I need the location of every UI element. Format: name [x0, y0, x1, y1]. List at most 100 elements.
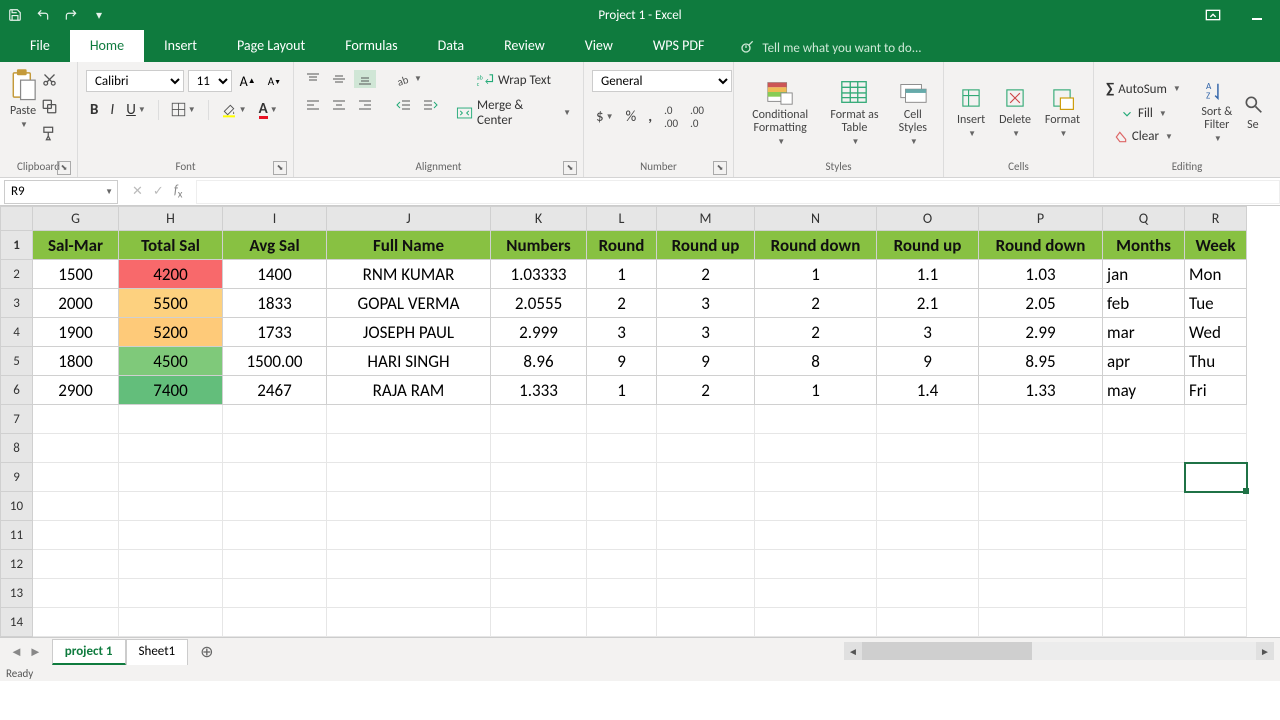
cell[interactable]: Mon	[1185, 260, 1247, 289]
save-icon[interactable]	[6, 6, 24, 24]
cell[interactable]: 1500.00	[223, 347, 327, 376]
cell[interactable]	[33, 463, 119, 492]
cell[interactable]: 1.1	[877, 260, 979, 289]
cell[interactable]: 8	[755, 347, 877, 376]
cell[interactable]: 2	[755, 289, 877, 318]
cell[interactable]	[1103, 550, 1185, 579]
cell[interactable]: 9	[877, 347, 979, 376]
cell[interactable]	[755, 434, 877, 463]
wrap-text-button[interactable]: abcWrap Text	[452, 70, 575, 90]
row-header[interactable]: 2	[1, 260, 33, 289]
cell[interactable]: 8.95	[979, 347, 1103, 376]
cell[interactable]	[223, 608, 327, 637]
horizontal-scrollbar[interactable]: ◄ ►	[844, 642, 1274, 660]
row-header[interactable]: 12	[1, 550, 33, 579]
cell[interactable]	[1185, 521, 1247, 550]
col-header[interactable]: N	[755, 207, 877, 231]
cell[interactable]	[491, 405, 587, 434]
cell[interactable]: Fri	[1185, 376, 1247, 405]
cell[interactable]: apr	[1103, 347, 1185, 376]
cell[interactable]: 1	[587, 376, 657, 405]
header-cell[interactable]: Total Sal	[119, 231, 223, 260]
cell[interactable]: 2.99	[979, 318, 1103, 347]
fill-color-icon[interactable]: ▼	[217, 100, 251, 120]
col-header[interactable]: I	[223, 207, 327, 231]
ribbon-options-icon[interactable]	[1200, 5, 1226, 25]
col-header[interactable]: R	[1185, 207, 1247, 231]
cut-icon[interactable]	[42, 72, 57, 91]
cell[interactable]	[657, 434, 755, 463]
cell[interactable]	[657, 521, 755, 550]
tab-data[interactable]: Data	[418, 29, 484, 62]
font-name-select[interactable]: Calibri	[86, 70, 184, 92]
cell[interactable]	[657, 492, 755, 521]
cell[interactable]: 2.05	[979, 289, 1103, 318]
cell[interactable]: 1.33	[979, 376, 1103, 405]
cell[interactable]	[755, 608, 877, 637]
cell[interactable]	[1103, 405, 1185, 434]
launcher-icon[interactable]: ⬊	[273, 161, 287, 175]
cell[interactable]: 2	[657, 260, 755, 289]
find-select-button[interactable]: Se	[1243, 92, 1263, 132]
row-header[interactable]: 1	[1, 231, 33, 260]
header-cell[interactable]: Round up	[657, 231, 755, 260]
cell[interactable]: Thu	[1185, 347, 1247, 376]
delete-button[interactable]: Delete▼	[999, 85, 1031, 139]
row-header[interactable]: 3	[1, 289, 33, 318]
row-header[interactable]: 13	[1, 579, 33, 608]
cell[interactable]	[33, 608, 119, 637]
cell[interactable]	[223, 579, 327, 608]
insert-button[interactable]: Insert▼	[957, 85, 985, 139]
cell[interactable]: GOPAL VERMA	[327, 289, 491, 318]
cell[interactable]: 1733	[223, 318, 327, 347]
cell[interactable]: 3	[657, 289, 755, 318]
increase-font-icon[interactable]: A▲	[236, 71, 260, 92]
cell[interactable]: 1.03	[979, 260, 1103, 289]
cell[interactable]	[119, 579, 223, 608]
percent-icon[interactable]: %	[622, 106, 641, 128]
cell[interactable]: 4500	[119, 347, 223, 376]
increase-decimal-icon[interactable]: .0.00	[660, 102, 682, 132]
cell[interactable]: 1	[755, 260, 877, 289]
cell[interactable]	[1103, 463, 1185, 492]
header-cell[interactable]: Round up	[877, 231, 979, 260]
cell[interactable]	[877, 492, 979, 521]
bold-button[interactable]: B	[86, 99, 102, 121]
cell[interactable]: RAJA RAM	[327, 376, 491, 405]
cell[interactable]	[33, 521, 119, 550]
number-format-select[interactable]: General	[592, 70, 732, 92]
orientation-icon[interactable]: ab▼	[392, 70, 426, 88]
borders-icon[interactable]: ▼	[167, 100, 200, 119]
cell[interactable]	[979, 550, 1103, 579]
new-sheet-icon[interactable]: ⊕	[188, 638, 225, 666]
cell[interactable]: feb	[1103, 289, 1185, 318]
cell[interactable]	[1185, 579, 1247, 608]
cell[interactable]	[1185, 463, 1247, 492]
cell[interactable]	[1103, 608, 1185, 637]
format-painter-icon[interactable]	[42, 126, 57, 145]
name-box[interactable]: R9▼	[4, 180, 118, 204]
tab-next-icon[interactable]: ►	[29, 644, 42, 660]
cell[interactable]	[33, 405, 119, 434]
cell[interactable]	[877, 579, 979, 608]
row-header[interactable]: 14	[1, 608, 33, 637]
cell[interactable]	[327, 405, 491, 434]
header-cell[interactable]: Round	[587, 231, 657, 260]
cell[interactable]	[33, 492, 119, 521]
tell-me-box[interactable]: Tell me what you want to do...	[738, 34, 921, 62]
conditional-formatting-button[interactable]: Conditional Formatting▼	[744, 77, 816, 147]
cell[interactable]	[1185, 608, 1247, 637]
decrease-font-icon[interactable]: A▼	[264, 73, 285, 90]
cell[interactable]: 1.333	[491, 376, 587, 405]
header-cell[interactable]: Numbers	[491, 231, 587, 260]
cell[interactable]	[119, 405, 223, 434]
cell[interactable]	[119, 521, 223, 550]
cell[interactable]	[877, 521, 979, 550]
cell[interactable]: 3	[587, 318, 657, 347]
cell[interactable]: 1.03333	[491, 260, 587, 289]
cell[interactable]	[587, 405, 657, 434]
cell[interactable]	[755, 463, 877, 492]
row-header[interactable]: 6	[1, 376, 33, 405]
cell[interactable]	[587, 608, 657, 637]
cell[interactable]: 2	[755, 318, 877, 347]
